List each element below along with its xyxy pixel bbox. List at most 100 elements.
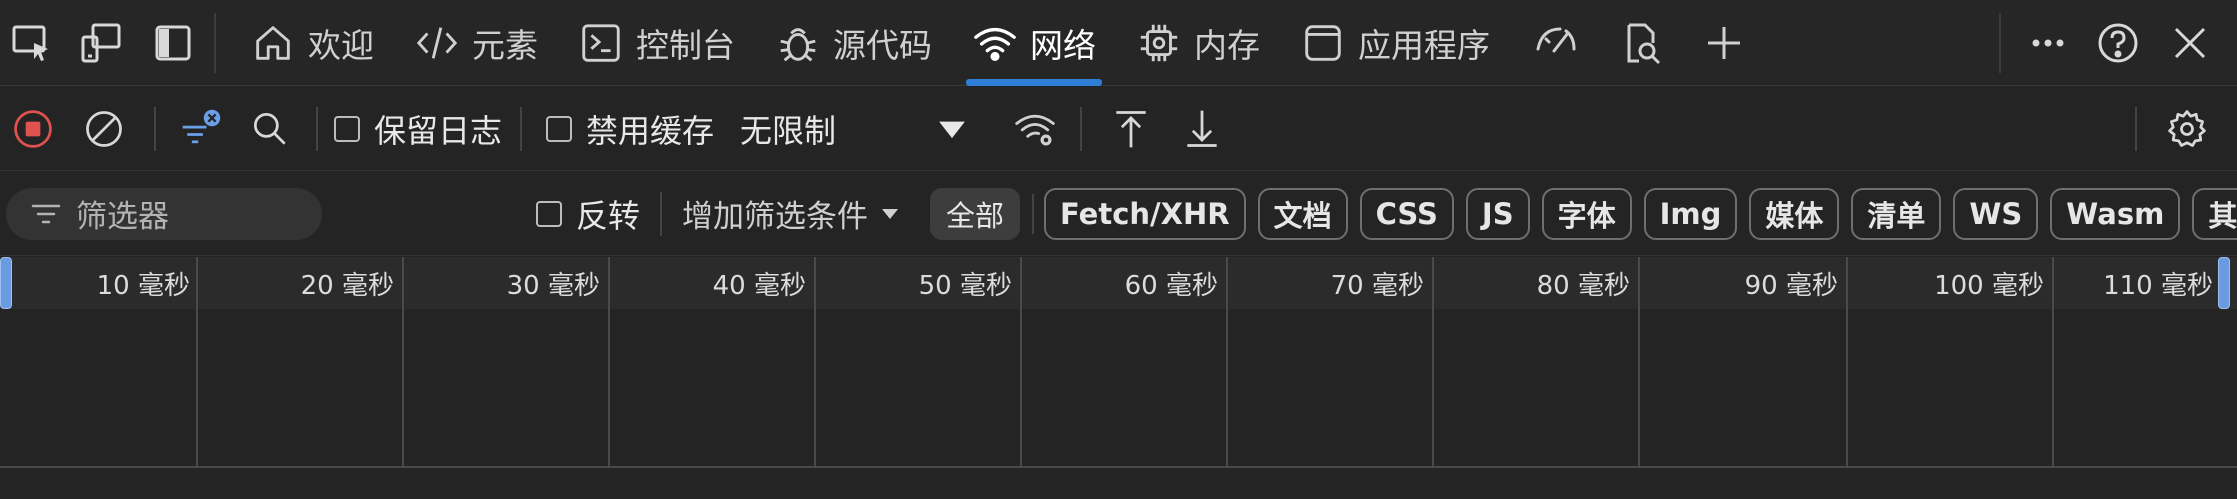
help-button[interactable] <box>2083 0 2153 86</box>
filter-input[interactable]: 筛选器 <box>6 187 322 240</box>
close-devtools-button[interactable] <box>2153 0 2227 86</box>
console-icon <box>582 23 620 62</box>
tab-console[interactable]: 控制台 <box>558 0 755 86</box>
more-filters-dropdown[interactable]: 增加筛选条件 <box>682 191 902 236</box>
tab-label: 源代码 <box>833 25 932 65</box>
timeline-gridline <box>402 257 404 467</box>
tab-label: 内存 <box>1194 25 1260 65</box>
timeline-tick-label: 10 毫秒 <box>96 271 190 301</box>
tab-welcome[interactable]: 欢迎 <box>230 0 394 86</box>
search-docs-tab-button[interactable] <box>1602 0 1680 86</box>
chip-icon <box>1140 24 1178 61</box>
record-button[interactable] <box>0 87 66 171</box>
filter-chip-font[interactable]: 字体 <box>1541 187 1632 240</box>
download-icon <box>1187 110 1217 147</box>
caret-down-icon <box>939 121 965 138</box>
clear-button[interactable] <box>66 87 142 171</box>
throttling-select[interactable]: 无限制 <box>740 106 910 152</box>
tab-elements[interactable]: 元素 <box>394 0 558 86</box>
timeline-tick-label: 20 毫秒 <box>300 271 394 301</box>
filter-icon <box>31 204 61 223</box>
filter-chip-wasm[interactable]: Wasm <box>2050 187 2181 240</box>
toolbar-separator <box>1080 106 1083 151</box>
timeline-tick-label: 80 毫秒 <box>1536 271 1630 301</box>
inspect-element-button[interactable] <box>0 0 64 86</box>
upload-icon <box>1116 110 1146 147</box>
disable-cache-checkbox[interactable]: 禁用缓存 <box>546 106 714 152</box>
timeline-tick-label: 70 毫秒 <box>1330 271 1424 301</box>
more-filters-label: 增加筛选条件 <box>682 199 869 235</box>
help-icon <box>2098 23 2138 62</box>
timeline-right-handle[interactable] <box>2218 257 2230 309</box>
tab-sources[interactable]: 源代码 <box>755 0 952 86</box>
tab-label: 欢迎 <box>308 25 374 65</box>
timeline-gridline <box>1226 257 1228 467</box>
tab-label: 元素 <box>472 25 538 65</box>
toggle-panel-button[interactable] <box>138 0 208 86</box>
add-tab-button[interactable] <box>1680 0 1768 86</box>
timeline-tick-label: 50 毫秒 <box>918 271 1012 301</box>
toolbar-separator <box>1999 12 2001 73</box>
filter-placeholder: 筛选器 <box>76 199 169 235</box>
disable-cache-label: 禁用缓存 <box>586 111 715 150</box>
toolbar-separator <box>1032 193 1035 234</box>
document-search-icon <box>1627 23 1661 64</box>
invert-label: 反转 <box>576 196 641 235</box>
tab-network[interactable]: 网络 <box>952 0 1116 86</box>
filter-chip-media[interactable]: 媒体 <box>1749 187 1840 240</box>
search-button[interactable] <box>234 87 306 171</box>
filter-chip-all[interactable]: 全部 <box>930 187 1021 240</box>
record-icon <box>14 109 52 148</box>
device-emulation-button[interactable] <box>64 0 138 86</box>
filter-chip-fetch-xhr[interactable]: Fetch/XHR <box>1044 187 1246 240</box>
tab-label: 控制台 <box>636 25 735 65</box>
code-icon <box>416 26 458 59</box>
network-conditions-button[interactable] <box>990 87 1080 171</box>
invert-checkbox[interactable]: 反转 <box>536 191 640 237</box>
toolbar-separator <box>214 12 216 73</box>
toolbar-separator <box>660 191 663 236</box>
preserve-log-checkbox[interactable]: 保留日志 <box>334 106 502 152</box>
plus-icon <box>1708 26 1740 59</box>
timeline-left-handle[interactable] <box>0 257 12 309</box>
bug-icon <box>780 27 816 61</box>
filter-chip-manifest[interactable]: 清单 <box>1851 187 1942 240</box>
network-overview-timeline[interactable]: 10 毫秒 20 毫秒 30 毫秒 40 毫秒 50 毫秒 60 毫秒 70 毫… <box>0 257 2237 468</box>
checkbox-box[interactable] <box>536 200 562 227</box>
filter-toggle-button[interactable] <box>168 87 234 171</box>
clear-icon <box>86 110 122 147</box>
preserve-log-label: 保留日志 <box>374 111 503 150</box>
timeline-tick-label: 110 毫秒 <box>2103 271 2213 301</box>
timeline-gridline <box>1846 257 1848 467</box>
timeline-gridline <box>1638 257 1640 467</box>
timeline-tick-label: 40 毫秒 <box>712 271 806 301</box>
filter-chip-css[interactable]: CSS <box>1359 187 1454 240</box>
timeline-tick-label: 100 毫秒 <box>1934 271 2044 301</box>
filter-active-icon <box>182 109 221 143</box>
filter-chip-doc[interactable]: 文档 <box>1257 187 1348 240</box>
filter-chip-ws[interactable]: WS <box>1953 187 2039 240</box>
network-settings-button[interactable] <box>2151 87 2223 171</box>
checkbox-box[interactable] <box>334 115 360 142</box>
checkbox-box[interactable] <box>546 115 573 142</box>
export-har-button[interactable] <box>1166 87 1238 171</box>
filter-chip-img[interactable]: Img <box>1643 187 1738 240</box>
toolbar-separator <box>2135 106 2137 151</box>
timeline-tick-label: 90 毫秒 <box>1744 271 1838 301</box>
throttling-dropdown-button[interactable] <box>924 87 980 171</box>
search-icon <box>253 112 286 145</box>
timeline-gridline <box>814 257 816 467</box>
wifi-icon <box>974 27 1016 61</box>
filter-chip-js[interactable]: JS <box>1465 187 1530 240</box>
more-options-button[interactable] <box>2013 0 2083 86</box>
import-har-button[interactable] <box>1096 87 1166 171</box>
performance-tab-button[interactable] <box>1510 0 1602 86</box>
timeline-tick-label: 60 毫秒 <box>1124 271 1218 301</box>
tab-application[interactable]: 应用程序 <box>1280 0 1510 86</box>
toolbar-separator <box>316 106 318 151</box>
throttling-value: 无限制 <box>740 111 837 150</box>
timeline-tick-label: 30 毫秒 <box>506 271 600 301</box>
timeline-bottom-border <box>0 466 2237 468</box>
filter-chip-other[interactable]: 其他 <box>2192 187 2237 240</box>
tab-memory[interactable]: 内存 <box>1116 0 1280 86</box>
